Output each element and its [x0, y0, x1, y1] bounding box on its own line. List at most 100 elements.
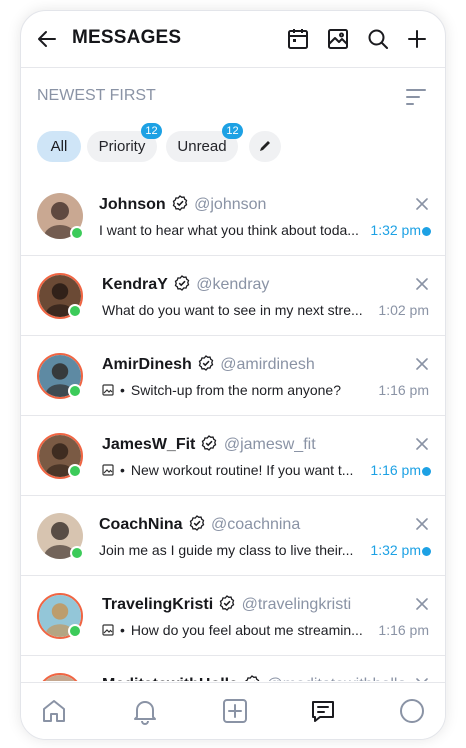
bell-icon[interactable] — [131, 697, 159, 725]
avatar[interactable] — [37, 193, 84, 240]
sender-display-name: TravelingKristi — [102, 596, 214, 613]
sender-display-name: Johnson — [99, 196, 166, 213]
verified-icon — [202, 435, 217, 451]
messages-icon[interactable] — [309, 697, 337, 725]
preview-text: I want to hear what you think about toda… — [99, 222, 359, 238]
list-item[interactable]: TravelingKristi @travelingkristi • How do … — [21, 576, 445, 656]
sender-display-name: CoachNina — [99, 516, 183, 533]
avatar[interactable] — [37, 513, 84, 560]
list-item[interactable]: MeditatewithHolla @meditatewithholla — [21, 656, 445, 681]
filter-chip-unread[interactable]: Unread 12 — [166, 123, 243, 162]
edit-filters-button[interactable] — [249, 131, 281, 162]
search-icon[interactable] — [366, 27, 390, 51]
page-title: MESSAGES — [72, 27, 182, 48]
avatar[interactable] — [37, 433, 83, 479]
sender-display-name: JamesW_Fit — [102, 436, 196, 453]
sender-name: KendraY @kendray — [102, 275, 269, 294]
header: MESSAGES — [21, 11, 445, 68]
sender-display-name: KendraY — [102, 276, 168, 293]
unread-dot — [422, 547, 431, 556]
image-attachment-icon — [102, 464, 114, 476]
sender-name: AmirDinesh @amirdinesh — [102, 355, 315, 374]
sender-handle: @amirdinesh — [220, 356, 315, 373]
verified-icon — [198, 355, 214, 371]
list-item[interactable]: KendraY @kendray What do you want to see … — [21, 256, 445, 336]
filter-chip-priority[interactable]: Priority 12 — [87, 123, 162, 162]
avatar[interactable] — [37, 273, 83, 319]
count-badge: 12 — [222, 123, 243, 139]
filter-chip-label: All — [50, 138, 68, 155]
message-time: 1:16 pm — [370, 462, 421, 478]
separator-dot: • — [120, 382, 125, 398]
sender-name: TravelingKristi @travelingkristi — [102, 595, 351, 614]
list-item[interactable]: AmirDinesh @amirdinesh • Switch-up from th… — [21, 336, 445, 416]
avatar[interactable] — [37, 593, 83, 639]
message-time: 1:16 pm — [378, 382, 429, 398]
sender-name: Johnson @johnson — [99, 195, 266, 214]
message-time: 1:16 pm — [378, 622, 429, 638]
sender-display-name: AmirDinesh — [102, 356, 192, 373]
preview-text: New workout routine! If you want t... — [130, 462, 354, 478]
message-list[interactable]: Johnson @johnson I want to hear what you … — [21, 176, 445, 681]
sender-handle: @johnson — [194, 196, 267, 213]
close-icon[interactable] — [416, 438, 428, 450]
online-indicator — [68, 304, 82, 318]
close-icon[interactable] — [416, 278, 428, 290]
online-indicator — [70, 546, 84, 560]
message-preview: Join me as I guide my class to live thei… — [99, 542, 353, 558]
avatar[interactable] — [37, 353, 83, 399]
separator-dot: • — [120, 462, 125, 478]
online-indicator — [70, 226, 84, 240]
preview-text: What do you want to see in my next stre.… — [102, 302, 363, 318]
sender-name: MeditatewithHolla @meditatewithholla — [102, 675, 406, 681]
sort-label[interactable]: NEWEST FIRST — [37, 87, 156, 105]
sort-lines-icon[interactable] — [404, 86, 428, 108]
online-indicator — [68, 624, 82, 638]
filter-chip-label: Unread — [177, 138, 227, 155]
close-icon[interactable] — [416, 358, 428, 370]
list-item[interactable]: Johnson @johnson I want to hear what you … — [21, 176, 445, 256]
sender-handle: @kendray — [196, 276, 270, 293]
verified-icon — [244, 675, 260, 681]
profile-circle-icon[interactable] — [398, 697, 426, 725]
calendar-icon[interactable] — [286, 27, 310, 51]
separator-dot: • — [120, 622, 125, 638]
message-time: 1:32 pm — [370, 542, 421, 558]
verified-icon — [172, 195, 187, 211]
sender-handle: @jamesw_fit — [223, 436, 316, 453]
sender-handle: @travelingkristi — [241, 596, 352, 613]
close-icon[interactable] — [416, 598, 428, 610]
sender-name: JamesW_Fit @jamesw_fit — [102, 435, 316, 454]
pencil-icon — [260, 141, 270, 151]
message-time: 1:02 pm — [378, 302, 429, 318]
close-icon[interactable] — [416, 198, 428, 210]
unread-dot — [422, 227, 431, 236]
verified-icon — [189, 515, 204, 531]
preview-text: Join me as I guide my class to live thei… — [99, 542, 354, 558]
count-badge: 12 — [141, 123, 162, 139]
filter-chip-all[interactable]: All — [37, 131, 81, 162]
filter-chip-label: Priority — [98, 138, 146, 155]
sender-handle: @meditatewithholla — [266, 676, 406, 681]
home-icon[interactable] — [40, 697, 68, 725]
list-item[interactable]: JamesW_Fit @jamesw_fit • New workout routi… — [21, 416, 445, 496]
back-arrow-icon[interactable] — [35, 27, 59, 51]
close-icon[interactable] — [416, 678, 428, 681]
close-icon[interactable] — [416, 518, 428, 530]
online-indicator — [68, 464, 82, 478]
avatar[interactable] — [37, 673, 83, 681]
plus-icon[interactable] — [405, 27, 429, 51]
message-preview: • New workout routine! If you want t... — [102, 462, 353, 478]
preview-text: Switch-up from the norm anyone? — [130, 382, 342, 398]
list-item[interactable]: CoachNina @coachnina Join me as I guide m… — [21, 496, 445, 576]
image-attachment-icon — [102, 624, 114, 636]
bottom-tab-bar — [21, 682, 445, 739]
online-indicator — [68, 384, 82, 398]
sort-row: NEWEST FIRST — [21, 68, 445, 124]
verified-icon — [174, 275, 190, 291]
image-chart-icon[interactable] — [326, 27, 350, 51]
add-square-icon[interactable] — [221, 697, 249, 725]
verified-icon — [219, 595, 235, 611]
sender-name: CoachNina @coachnina — [99, 515, 300, 534]
unread-dot — [422, 467, 431, 476]
